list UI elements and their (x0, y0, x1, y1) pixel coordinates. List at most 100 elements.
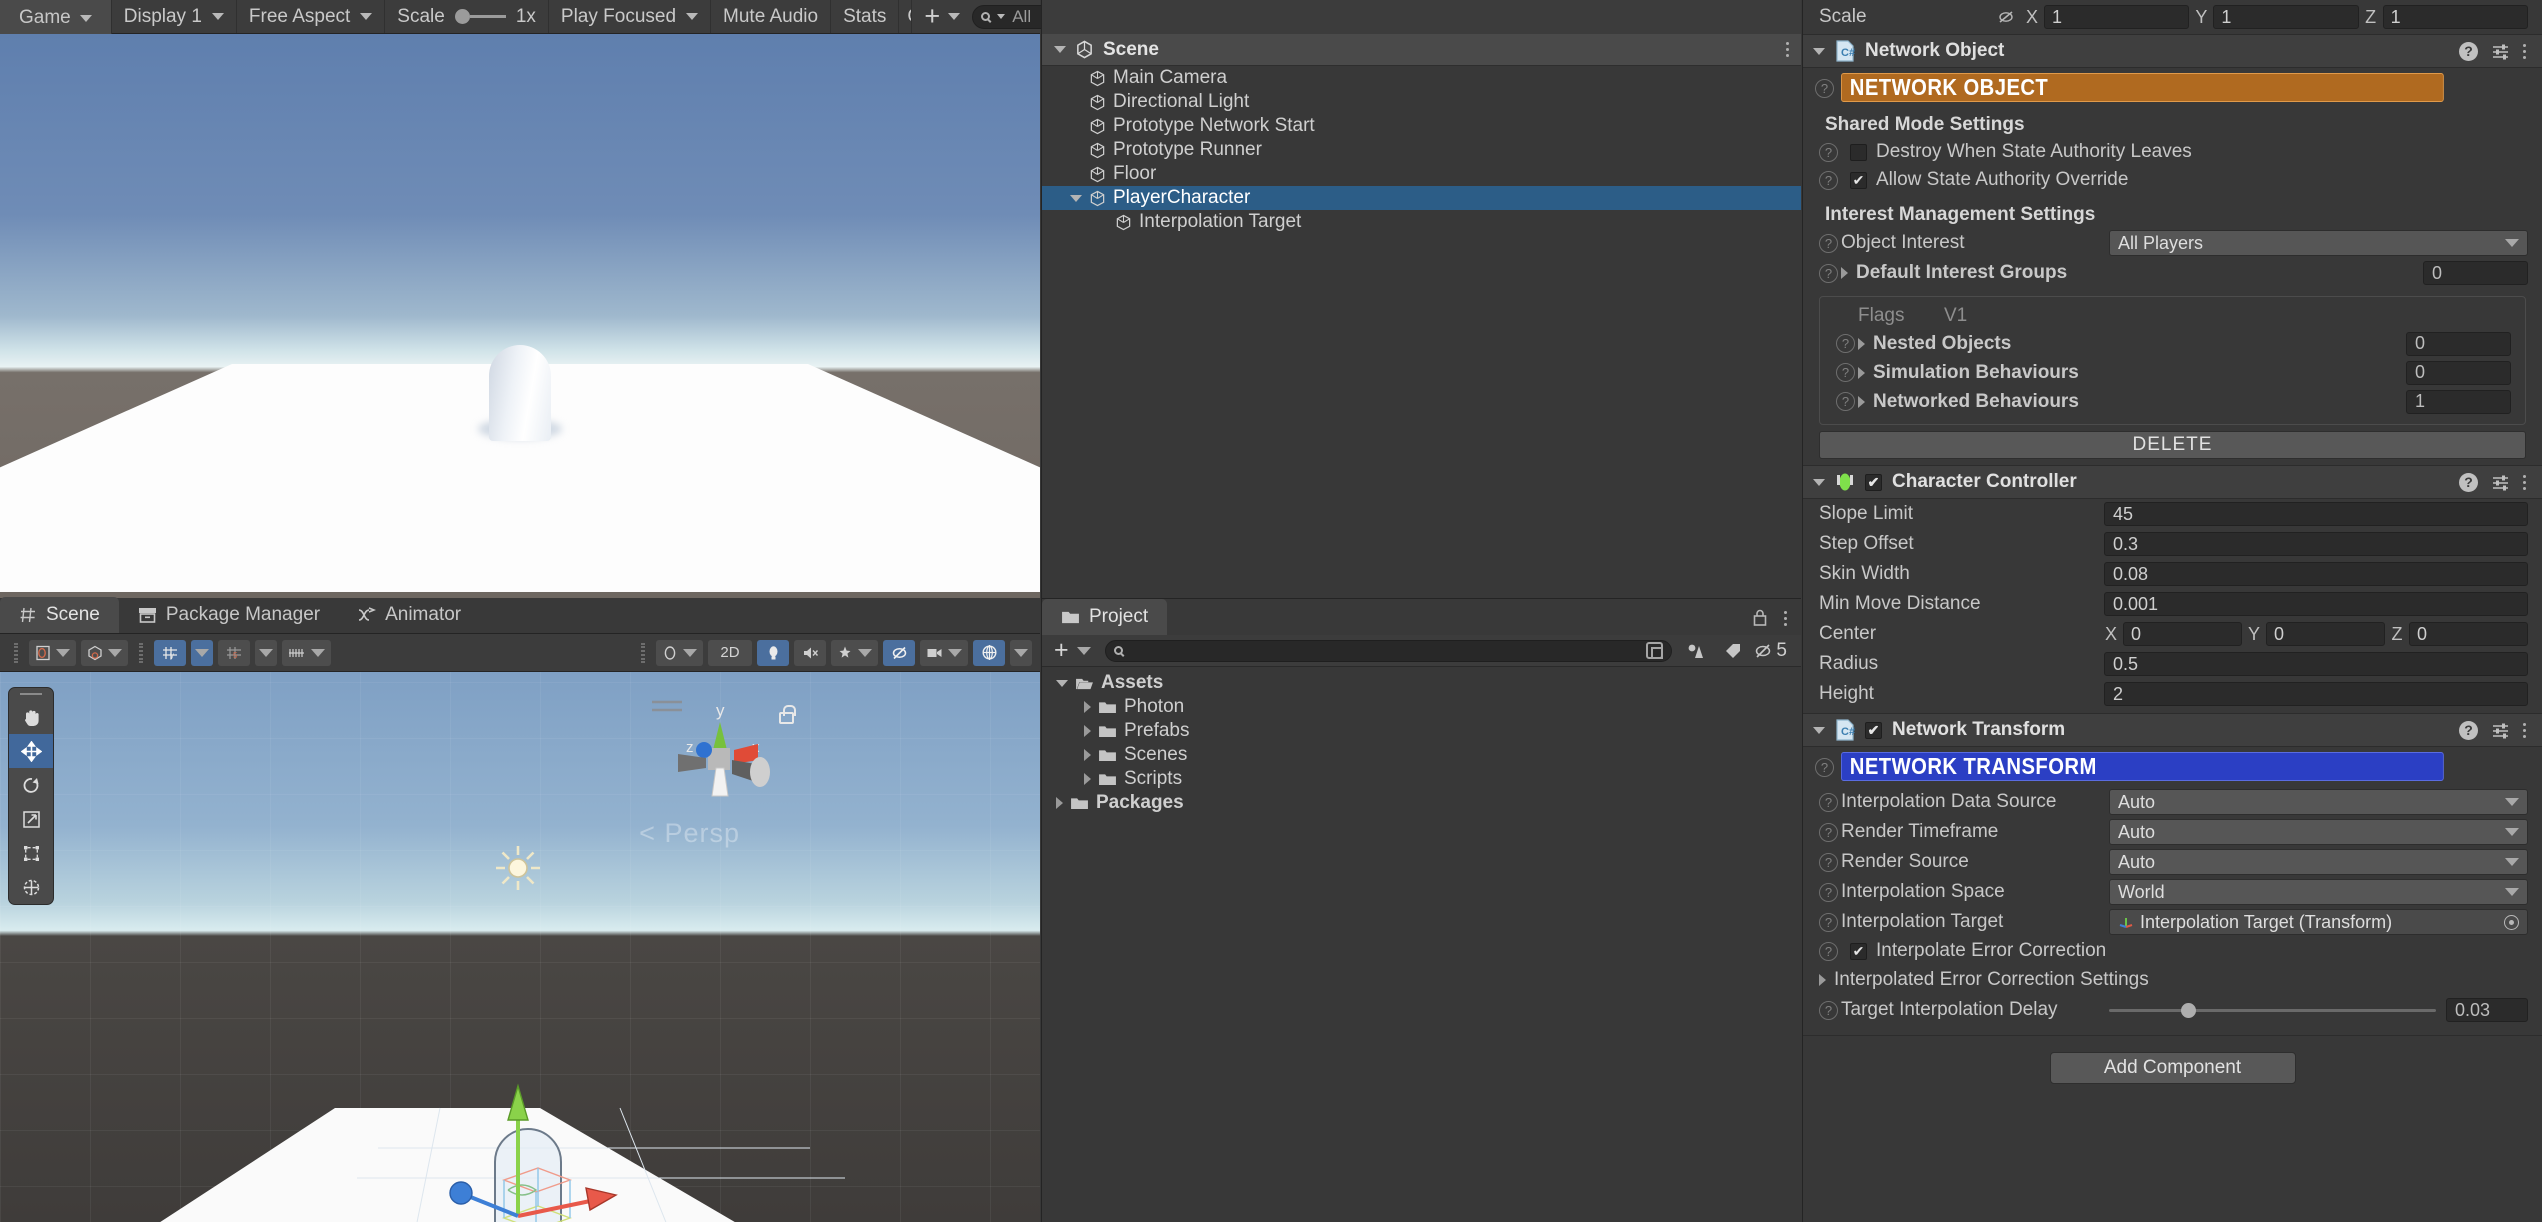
gizmo-lock-icon[interactable] (779, 705, 796, 724)
help-hint-icon[interactable]: ? (1819, 263, 1838, 283)
help-hint-icon[interactable]: ? (1819, 233, 1838, 253)
scene-visibility-dropdown[interactable] (656, 639, 703, 666)
help-hint-icon[interactable]: ? (1819, 792, 1838, 812)
component-header-network-transform[interactable]: C# ✔ Network Transform ? (1803, 713, 2542, 747)
preset-icon[interactable] (2491, 42, 2510, 61)
popout-icon[interactable] (1646, 642, 1664, 659)
help-hint-icon[interactable]: ? (1836, 392, 1855, 411)
nt-interpolation-data-source-dropdown[interactable]: Auto (2109, 789, 2528, 815)
scene-visibility-toggle[interactable] (883, 639, 915, 666)
project-item-packages[interactable]: Packages (1042, 791, 1801, 815)
cc-slope-limit-field[interactable]: 45 (2104, 502, 2528, 526)
hierarchy-item-prototype-network-start[interactable]: Prototype Network Start (1042, 114, 1801, 138)
help-icon[interactable]: ? (2459, 41, 2478, 61)
rect-tool[interactable] (9, 836, 53, 870)
chevron-right-icon[interactable] (1084, 725, 1091, 737)
hierarchy-item-playercharacter[interactable]: PlayerCharacter (1042, 186, 1801, 210)
cc-height-field[interactable]: 2 (2104, 682, 2528, 706)
cc-min-move-distance-field[interactable]: 0.001 (2104, 592, 2528, 616)
cc-step-offset-field[interactable]: 0.3 (2104, 532, 2528, 556)
hierarchy-item-main-camera[interactable]: Main Camera (1042, 66, 1801, 90)
mute-audio-button[interactable]: Mute Audio (711, 0, 832, 33)
grid-visibility-toggle[interactable]: y (154, 639, 186, 666)
hierarchy-item-prototype-runner[interactable]: Prototype Runner (1042, 138, 1801, 162)
interpolated-error-correction-settings-row[interactable]: Interpolated Error Correction Settings (1803, 965, 2542, 995)
preset-icon[interactable] (2491, 473, 2510, 492)
flag-value[interactable]: 1 (2406, 389, 2511, 414)
tab-scene[interactable]: Scene (0, 597, 119, 633)
rotate-tool[interactable] (9, 768, 53, 802)
aspect-dropdown[interactable]: Free Aspect (237, 0, 386, 33)
shading-mode-dropdown[interactable] (81, 639, 128, 666)
cc-center-y-field[interactable]: 0 (2266, 622, 2385, 646)
grid-size-dropdown[interactable] (282, 639, 331, 666)
network-transform-enabled-checkbox[interactable]: ✔ (1865, 721, 1882, 739)
nt-render-source-dropdown[interactable]: Auto (2109, 849, 2528, 875)
character-controller-enabled-checkbox[interactable]: ✔ (1865, 473, 1882, 491)
toolbar-grip-2[interactable] (139, 642, 143, 663)
toolbar-grip-3[interactable] (641, 642, 645, 663)
object-interest-dropdown[interactable]: All Players (2109, 230, 2528, 256)
interpolate-error-correction-checkbox[interactable]: ✔ (1850, 942, 1867, 960)
chevron-right-icon[interactable] (1858, 337, 1865, 350)
project-menu-icon[interactable] (1784, 610, 1787, 626)
preset-icon[interactable] (2491, 721, 2510, 740)
target-interpolation-delay-slider[interactable] (2109, 1002, 2436, 1018)
project-item-prefabs[interactable]: Prefabs (1042, 719, 1801, 743)
tab-project[interactable]: Project (1042, 599, 1168, 635)
hierarchy-scene-header[interactable]: Scene (1042, 34, 1801, 66)
destroy-when-authority-leaves-checkbox[interactable] (1850, 143, 1867, 161)
interpolate-error-correction-row[interactable]: ? ✔ Interpolate Error Correction (1803, 937, 2542, 965)
help-icon[interactable]: ? (2459, 472, 2478, 492)
stats-button[interactable]: Stats (831, 0, 900, 33)
chevron-down-icon[interactable] (1056, 679, 1068, 687)
camera-settings-dropdown[interactable] (920, 639, 968, 666)
gizmos-toggle[interactable] (973, 639, 1005, 666)
component-header-network-object[interactable]: C# Network Object ? (1803, 34, 2542, 68)
hand-tool[interactable] (9, 700, 53, 734)
scale-slider[interactable] (454, 9, 506, 24)
chevron-right-icon[interactable] (1084, 749, 1091, 761)
help-hint-icon[interactable]: ? (1819, 852, 1838, 872)
hidden-packages-indicator[interactable]: 5 (1754, 640, 1793, 662)
nt-interpolation-space-dropdown[interactable]: World (2109, 879, 2528, 905)
target-interpolation-delay-value[interactable]: 0.03 (2446, 998, 2528, 1022)
hierarchy-item-floor[interactable]: Floor (1042, 162, 1801, 186)
grid-snapping-toggle[interactable]: 5 (218, 639, 250, 666)
project-search-input[interactable] (1104, 639, 1673, 662)
delete-button[interactable]: DELETE (1819, 431, 2526, 459)
help-hint-icon[interactable]: ? (1836, 363, 1855, 382)
project-item-scripts[interactable]: Scripts (1042, 767, 1801, 791)
chevron-down-icon[interactable] (1070, 194, 1082, 202)
cc-center-z-field[interactable]: 0 (2409, 622, 2528, 646)
allow-state-authority-override-checkbox[interactable]: ✔ (1850, 171, 1867, 189)
flag-value[interactable]: 0 (2406, 360, 2511, 385)
toolbar-grip[interactable] (14, 642, 18, 663)
filter-by-label-button[interactable] (1718, 642, 1748, 660)
play-mode-dropdown[interactable]: Play Focused (549, 0, 712, 33)
scale-tool[interactable] (9, 802, 53, 836)
scale-z-field[interactable]: 1 (2382, 5, 2528, 29)
chevron-down-icon[interactable] (1813, 726, 1825, 734)
project-item-scenes[interactable]: Scenes (1042, 743, 1801, 767)
help-icon[interactable]: ? (2459, 720, 2478, 740)
destroy-when-authority-leaves-row[interactable]: ? Destroy When State Authority Leaves (1803, 138, 2542, 166)
chevron-right-icon[interactable] (1841, 267, 1848, 279)
help-hint-icon[interactable]: ? (1836, 334, 1855, 353)
chevron-right-icon[interactable] (1858, 395, 1865, 408)
component-header-character-controller[interactable]: ✔ Character Controller ? (1803, 465, 2542, 499)
effects-dropdown[interactable] (831, 639, 878, 666)
cc-center-x-field[interactable]: 0 (2123, 622, 2242, 646)
lighting-toggle[interactable] (757, 639, 789, 666)
object-picker-icon[interactable] (2504, 914, 2519, 930)
scale-y-field[interactable]: 1 (2213, 5, 2359, 29)
help-hint-icon[interactable]: ? (1819, 912, 1838, 932)
help-hint-icon[interactable]: ? (1819, 941, 1838, 961)
default-interest-groups-value[interactable]: 0 (2423, 261, 2528, 285)
chevron-down-icon[interactable] (1813, 478, 1825, 486)
filter-by-type-button[interactable] (1678, 642, 1712, 660)
flag-value[interactable]: 0 (2406, 331, 2511, 356)
chevron-right-icon[interactable] (1858, 366, 1865, 379)
gizmos-dropdown[interactable]: G (899, 0, 913, 33)
tab-animator[interactable]: Animator (339, 597, 480, 633)
